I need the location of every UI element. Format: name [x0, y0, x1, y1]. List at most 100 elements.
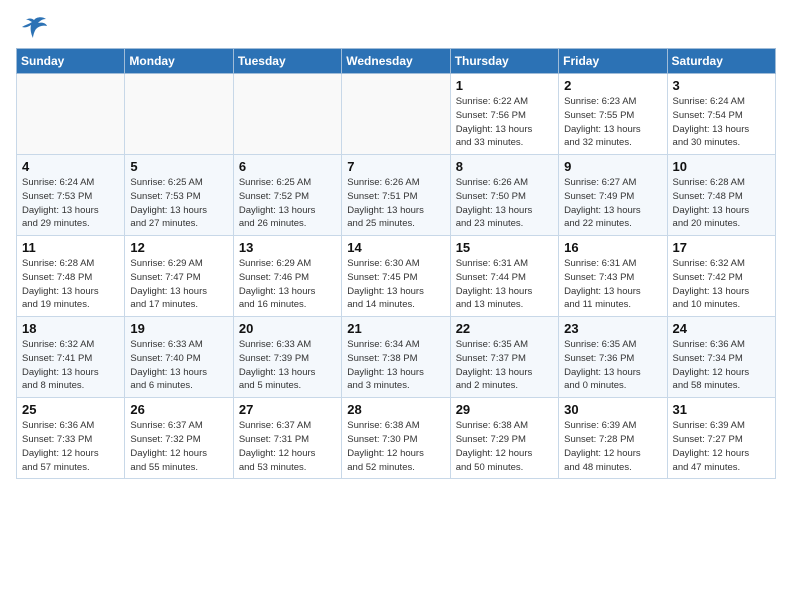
calendar-cell-6: 3 Sunrise: 6:24 AM Sunset: 7:54 PM Daylig…	[667, 74, 775, 155]
day-number: 19	[130, 321, 227, 336]
calendar-cell-21: 18 Sunrise: 6:32 AM Sunset: 7:41 PM Dayli…	[17, 317, 125, 398]
day-number: 10	[673, 159, 770, 174]
calendar-cell-26: 23 Sunrise: 6:35 AM Sunset: 7:36 PM Dayli…	[559, 317, 667, 398]
calendar-cell-34: 31 Sunrise: 6:39 AM Sunset: 7:27 PM Dayli…	[667, 398, 775, 479]
calendar-cell-4: 1 Sunrise: 6:22 AM Sunset: 7:56 PM Daylig…	[450, 74, 558, 155]
day-info: Sunrise: 6:28 AM Sunset: 7:48 PM Dayligh…	[673, 176, 770, 231]
day-number: 4	[22, 159, 119, 174]
day-info: Sunrise: 6:36 AM Sunset: 7:34 PM Dayligh…	[673, 338, 770, 393]
weekday-header-saturday: Saturday	[667, 49, 775, 74]
page-header	[16, 16, 776, 40]
calendar-cell-7: 4 Sunrise: 6:24 AM Sunset: 7:53 PM Daylig…	[17, 155, 125, 236]
calendar-cell-25: 22 Sunrise: 6:35 AM Sunset: 7:37 PM Dayli…	[450, 317, 558, 398]
day-number: 22	[456, 321, 553, 336]
day-number: 5	[130, 159, 227, 174]
day-number: 13	[239, 240, 336, 255]
calendar-cell-16: 13 Sunrise: 6:29 AM Sunset: 7:46 PM Dayli…	[233, 236, 341, 317]
calendar-cell-31: 28 Sunrise: 6:38 AM Sunset: 7:30 PM Dayli…	[342, 398, 450, 479]
day-number: 29	[456, 402, 553, 417]
day-info: Sunrise: 6:24 AM Sunset: 7:53 PM Dayligh…	[22, 176, 119, 231]
day-number: 12	[130, 240, 227, 255]
day-number: 14	[347, 240, 444, 255]
calendar-cell-11: 8 Sunrise: 6:26 AM Sunset: 7:50 PM Daylig…	[450, 155, 558, 236]
day-info: Sunrise: 6:26 AM Sunset: 7:51 PM Dayligh…	[347, 176, 444, 231]
day-number: 2	[564, 78, 661, 93]
calendar-cell-10: 7Sunrise: 6:26 AM Sunset: 7:51 PM Daylig…	[342, 155, 450, 236]
calendar-cell-3	[342, 74, 450, 155]
weekday-header-row: SundayMondayTuesdayWednesdayThursdayFrid…	[17, 49, 776, 74]
day-info: Sunrise: 6:36 AM Sunset: 7:33 PM Dayligh…	[22, 419, 119, 474]
day-info: Sunrise: 6:38 AM Sunset: 7:29 PM Dayligh…	[456, 419, 553, 474]
day-info: Sunrise: 6:25 AM Sunset: 7:52 PM Dayligh…	[239, 176, 336, 231]
day-number: 30	[564, 402, 661, 417]
day-number: 1	[456, 78, 553, 93]
day-number: 11	[22, 240, 119, 255]
day-number: 23	[564, 321, 661, 336]
calendar-cell-22: 19Sunrise: 6:33 AM Sunset: 7:40 PM Dayli…	[125, 317, 233, 398]
day-number: 16	[564, 240, 661, 255]
calendar-cell-27: 24 Sunrise: 6:36 AM Sunset: 7:34 PM Dayli…	[667, 317, 775, 398]
calendar-cell-32: 29 Sunrise: 6:38 AM Sunset: 7:29 PM Dayli…	[450, 398, 558, 479]
calendar-cell-14: 11 Sunrise: 6:28 AM Sunset: 7:48 PM Dayli…	[17, 236, 125, 317]
day-info: Sunrise: 6:28 AM Sunset: 7:48 PM Dayligh…	[22, 257, 119, 312]
day-number: 24	[673, 321, 770, 336]
day-number: 17	[673, 240, 770, 255]
day-number: 3	[673, 78, 770, 93]
calendar-cell-28: 25 Sunrise: 6:36 AM Sunset: 7:33 PM Dayli…	[17, 398, 125, 479]
calendar-cell-19: 16 Sunrise: 6:31 AM Sunset: 7:43 PM Dayli…	[559, 236, 667, 317]
calendar-cell-5: 2 Sunrise: 6:23 AM Sunset: 7:55 PM Daylig…	[559, 74, 667, 155]
day-number: 28	[347, 402, 444, 417]
day-number: 8	[456, 159, 553, 174]
weekday-header-tuesday: Tuesday	[233, 49, 341, 74]
week-row-1: 1 Sunrise: 6:22 AM Sunset: 7:56 PM Daylig…	[17, 74, 776, 155]
day-info: Sunrise: 6:33 AM Sunset: 7:39 PM Dayligh…	[239, 338, 336, 393]
day-info: Sunrise: 6:26 AM Sunset: 7:50 PM Dayligh…	[456, 176, 553, 231]
logo-bird-icon	[20, 16, 48, 40]
calendar-cell-24: 21 Sunrise: 6:34 AM Sunset: 7:38 PM Dayli…	[342, 317, 450, 398]
calendar-cell-29: 26 Sunrise: 6:37 AM Sunset: 7:32 PM Dayli…	[125, 398, 233, 479]
day-number: 21	[347, 321, 444, 336]
day-info: Sunrise: 6:39 AM Sunset: 7:27 PM Dayligh…	[673, 419, 770, 474]
day-info: Sunrise: 6:34 AM Sunset: 7:38 PM Dayligh…	[347, 338, 444, 393]
day-info: Sunrise: 6:32 AM Sunset: 7:41 PM Dayligh…	[22, 338, 119, 393]
weekday-header-thursday: Thursday	[450, 49, 558, 74]
day-info: Sunrise: 6:32 AM Sunset: 7:42 PM Dayligh…	[673, 257, 770, 312]
day-number: 31	[673, 402, 770, 417]
week-row-4: 18 Sunrise: 6:32 AM Sunset: 7:41 PM Dayli…	[17, 317, 776, 398]
day-number: 18	[22, 321, 119, 336]
day-info: Sunrise: 6:38 AM Sunset: 7:30 PM Dayligh…	[347, 419, 444, 474]
calendar-cell-18: 15Sunrise: 6:31 AM Sunset: 7:44 PM Dayli…	[450, 236, 558, 317]
day-number: 9	[564, 159, 661, 174]
calendar-cell-30: 27Sunrise: 6:37 AM Sunset: 7:31 PM Dayli…	[233, 398, 341, 479]
day-info: Sunrise: 6:29 AM Sunset: 7:46 PM Dayligh…	[239, 257, 336, 312]
week-row-3: 11 Sunrise: 6:28 AM Sunset: 7:48 PM Dayli…	[17, 236, 776, 317]
calendar-cell-15: 12 Sunrise: 6:29 AM Sunset: 7:47 PM Dayli…	[125, 236, 233, 317]
week-row-5: 25 Sunrise: 6:36 AM Sunset: 7:33 PM Dayli…	[17, 398, 776, 479]
day-info: Sunrise: 6:27 AM Sunset: 7:49 PM Dayligh…	[564, 176, 661, 231]
day-info: Sunrise: 6:23 AM Sunset: 7:55 PM Dayligh…	[564, 95, 661, 150]
calendar-table: SundayMondayTuesdayWednesdayThursdayFrid…	[16, 48, 776, 479]
logo	[16, 16, 48, 40]
day-number: 27	[239, 402, 336, 417]
day-info: Sunrise: 6:30 AM Sunset: 7:45 PM Dayligh…	[347, 257, 444, 312]
day-info: Sunrise: 6:35 AM Sunset: 7:37 PM Dayligh…	[456, 338, 553, 393]
day-info: Sunrise: 6:29 AM Sunset: 7:47 PM Dayligh…	[130, 257, 227, 312]
calendar-cell-0	[17, 74, 125, 155]
day-info: Sunrise: 6:37 AM Sunset: 7:32 PM Dayligh…	[130, 419, 227, 474]
weekday-header-friday: Friday	[559, 49, 667, 74]
day-number: 26	[130, 402, 227, 417]
day-info: Sunrise: 6:35 AM Sunset: 7:36 PM Dayligh…	[564, 338, 661, 393]
day-info: Sunrise: 6:22 AM Sunset: 7:56 PM Dayligh…	[456, 95, 553, 150]
day-info: Sunrise: 6:31 AM Sunset: 7:43 PM Dayligh…	[564, 257, 661, 312]
calendar-cell-17: 14 Sunrise: 6:30 AM Sunset: 7:45 PM Dayli…	[342, 236, 450, 317]
day-info: Sunrise: 6:24 AM Sunset: 7:54 PM Dayligh…	[673, 95, 770, 150]
weekday-header-monday: Monday	[125, 49, 233, 74]
day-info: Sunrise: 6:25 AM Sunset: 7:53 PM Dayligh…	[130, 176, 227, 231]
day-number: 25	[22, 402, 119, 417]
calendar-cell-12: 9 Sunrise: 6:27 AM Sunset: 7:49 PM Daylig…	[559, 155, 667, 236]
calendar-cell-20: 17 Sunrise: 6:32 AM Sunset: 7:42 PM Dayli…	[667, 236, 775, 317]
calendar-cell-8: 5 Sunrise: 6:25 AM Sunset: 7:53 PM Daylig…	[125, 155, 233, 236]
calendar-cell-33: 30 Sunrise: 6:39 AM Sunset: 7:28 PM Dayli…	[559, 398, 667, 479]
calendar-cell-2	[233, 74, 341, 155]
day-info: Sunrise: 6:39 AM Sunset: 7:28 PM Dayligh…	[564, 419, 661, 474]
